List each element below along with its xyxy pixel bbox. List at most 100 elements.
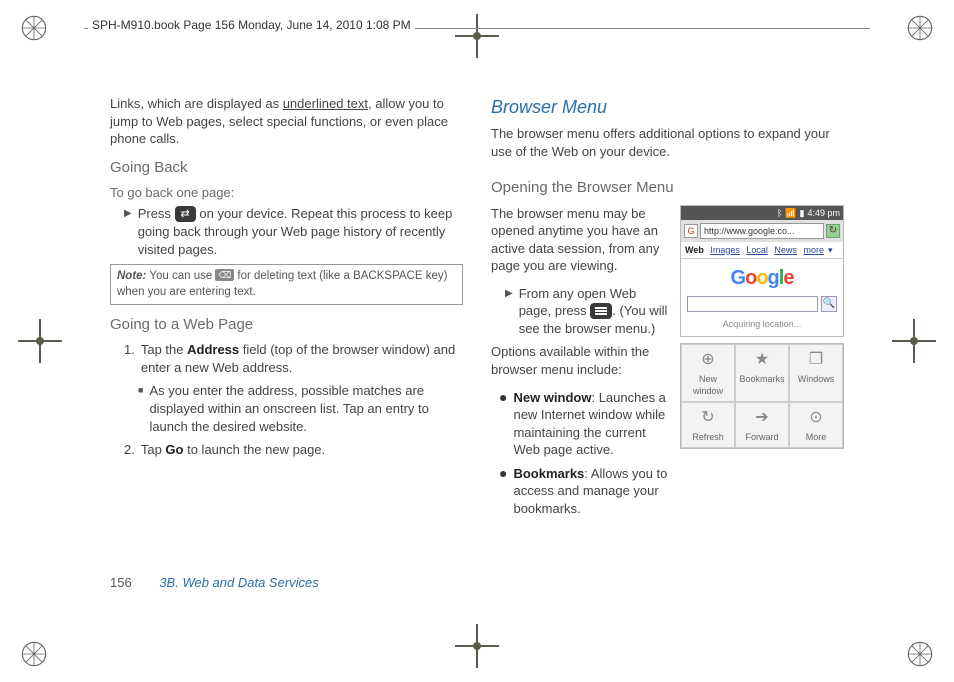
bullet-text: New window: Launches a new Internet wind… <box>513 389 670 459</box>
page-number: 156 <box>110 575 132 590</box>
google-logo: Google <box>681 259 843 296</box>
step-1: 1. Tap the Address field (top of the bro… <box>124 341 463 376</box>
heading-going-back: Going Back <box>110 158 463 178</box>
heading-opening-menu: Opening the Browser Menu <box>491 178 844 198</box>
triangle-bullet-icon: ▶ <box>505 287 513 340</box>
logo-letter: G <box>731 267 746 289</box>
refresh-icon: ↻ <box>684 407 732 429</box>
bullet-new-window: ● New window: Launches a new Internet wi… <box>499 389 670 459</box>
status-bar: ᛒ 📶 ▮ 4:49 pm <box>681 206 843 220</box>
heading-going-to: Going to a Web Page <box>110 315 463 335</box>
dot-bullet-icon: ● <box>499 390 507 460</box>
url-field: http://www.google.co... <box>700 223 824 239</box>
bullet-bookmarks: ● Bookmarks: Allows you to access and ma… <box>499 465 670 518</box>
step-text: From any open Web page, press . (You wil… <box>519 285 670 338</box>
dropdown-icon: ▾ <box>828 245 833 255</box>
search-row: 🔍 <box>681 296 843 316</box>
label: Windows <box>798 374 835 384</box>
label: Bookmarks <box>739 374 784 384</box>
crosshair-icon <box>455 14 499 58</box>
left-column: Links, which are displayed as underlined… <box>110 95 463 523</box>
bluetooth-icon: ᛒ <box>777 207 782 219</box>
substep-text: As you enter the address, possible match… <box>149 382 463 435</box>
square-bullet-icon: ■ <box>138 384 143 437</box>
browser-menu-screenshot: ⊕ New window ★Bookmarks ❐ Windows ↻ Refresh… <box>680 343 844 449</box>
text: Press <box>138 206 175 221</box>
text: Tap the <box>141 342 187 357</box>
search-button-icon: 🔍 <box>821 296 837 312</box>
right-column: Browser Menu The browser menu offers add… <box>491 95 844 523</box>
menu-item-new-window: ⊕ New window <box>681 344 735 402</box>
text: to launch the new page. <box>183 442 325 457</box>
back-key-icon: ⇄ <box>175 206 196 222</box>
step-open-menu: ▶ From any open Web page, press . (You w… <box>505 285 670 338</box>
logo-letter: o <box>745 267 756 289</box>
row-menu-options: Options available within the browser men… <box>491 343 844 523</box>
label: More <box>806 432 827 442</box>
label: New window <box>693 374 723 396</box>
triangle-bullet-icon: ▶ <box>124 207 132 260</box>
menu-item-bookmarks: ★Bookmarks <box>735 344 789 402</box>
heading-browser-menu: Browser Menu <box>491 95 844 119</box>
row-text: Options available within the browser men… <box>491 343 670 523</box>
browser-menu-intro: The browser menu offers additional optio… <box>491 125 844 160</box>
reload-icon: ↻ <box>826 224 840 238</box>
opening-p1: The browser menu may be opened anytime y… <box>491 205 670 275</box>
registration-mark-icon <box>906 14 934 42</box>
forward-arrow-icon: ➔ <box>738 407 786 429</box>
windows-icon: ❐ <box>792 349 840 371</box>
tab-more: more <box>803 245 824 255</box>
menu-key-icon <box>590 303 612 319</box>
favicon-icon: G <box>684 224 698 238</box>
logo-letter: o <box>756 267 767 289</box>
registration-mark-icon <box>20 640 48 668</box>
url-bar: G http://www.google.co... ↻ <box>681 220 843 242</box>
menu-grid: ⊕ New window ★Bookmarks ❐ Windows ↻ Refresh… <box>681 344 843 448</box>
menu-item-refresh: ↻ Refresh <box>681 402 735 448</box>
text: You can use <box>146 270 215 282</box>
bullet-text: Bookmarks: Allows you to access and mana… <box>513 465 670 518</box>
signal-icon: 📶 <box>785 207 796 219</box>
tab-images: Images <box>710 245 740 255</box>
step-text: Tap the Address field (top of the browse… <box>141 341 463 376</box>
clock: 4:49 pm <box>807 207 840 219</box>
plus-circle-icon: ⊕ <box>684 349 732 371</box>
step-2: 2. Tap Go to launch the new page. <box>124 441 463 459</box>
page-footer: 156 3B. Web and Data Services <box>110 575 319 590</box>
delete-key-icon: ⌫ <box>215 269 234 281</box>
links-intro: Links, which are displayed as underlined… <box>110 95 463 148</box>
tab-news: News <box>774 245 797 255</box>
registration-mark-icon <box>906 640 934 668</box>
dot-bullet-icon: ● <box>499 466 507 519</box>
note-label: Note: <box>117 270 146 282</box>
more-icon: ⊙ <box>792 407 840 429</box>
row-text: The browser menu may be opened anytime y… <box>491 205 670 344</box>
logo-letter: g <box>768 267 779 289</box>
figure-browser-screenshot: ᛒ 📶 ▮ 4:49 pm G http://www.google.co... … <box>680 205 844 344</box>
crosshair-icon <box>455 624 499 668</box>
logo-letter: e <box>783 267 793 289</box>
menu-item-windows: ❐ Windows <box>789 344 843 402</box>
figure-menu-screenshot: ⊕ New window ★Bookmarks ❐ Windows ↻ Refresh… <box>680 343 844 523</box>
step-number: 1. <box>124 341 135 376</box>
battery-icon: ▮ <box>800 207 805 219</box>
bold-address: Address <box>187 342 239 357</box>
registration-mark-icon <box>20 14 48 42</box>
tab-web: Web <box>685 245 704 255</box>
crosshair-icon <box>18 319 62 363</box>
running-head: SPH-M910.book Page 156 Monday, June 14, … <box>88 18 415 32</box>
acquiring-location: Acquiring location... <box>681 316 843 336</box>
tab-local: Local <box>746 245 768 255</box>
menu-item-forward: ➔Forward <box>735 402 789 448</box>
step-press-back: ▶ Press ⇄ on your device. Repeat this pr… <box>124 205 463 258</box>
google-tabs: Web Images Local News more ▾ <box>681 242 843 259</box>
search-box <box>687 296 818 312</box>
note-box: Note: You can use ⌫ for deleting text (l… <box>110 264 463 305</box>
label: Refresh <box>692 432 724 442</box>
step-text: Press ⇄ on your device. Repeat this proc… <box>138 205 463 258</box>
menu-item-more: ⊙ More <box>789 402 843 448</box>
crosshair-icon <box>892 319 936 363</box>
bold-new-window: New window <box>513 390 591 405</box>
opening-p2: Options available within the browser men… <box>491 343 670 378</box>
phone-screenshot: ᛒ 📶 ▮ 4:49 pm G http://www.google.co... … <box>680 205 844 337</box>
